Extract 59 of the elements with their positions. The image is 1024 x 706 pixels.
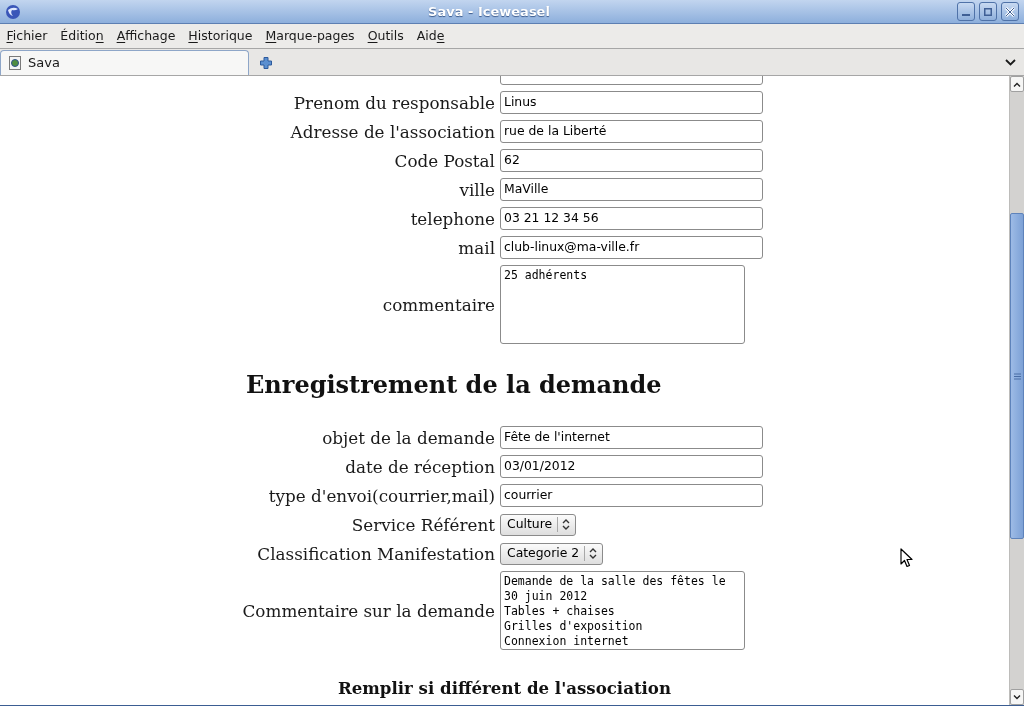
scrollbar[interactable] <box>1009 76 1024 705</box>
field-label: Service Référent <box>351 514 495 535</box>
menu-item[interactable]: Aide <box>410 26 451 46</box>
menu-item[interactable]: Fichier <box>0 26 54 46</box>
text-field[interactable]: Linus <box>500 91 763 114</box>
menu-item[interactable]: Affichage <box>110 26 182 46</box>
scrollbar-thumb[interactable] <box>1010 213 1024 539</box>
field-label: Prenom du responsable <box>293 92 495 113</box>
maximize-icon <box>984 7 992 16</box>
dropdown[interactable]: Culture <box>500 513 577 536</box>
field-label: telephone <box>410 208 495 229</box>
field-label: Adresse de l'association <box>290 121 495 142</box>
text-area[interactable]: 25 adhérents <box>500 265 745 344</box>
text-field[interactable]: Fête de l'internet <box>500 426 763 449</box>
text-area[interactable]: Demande de la salle des fêtes le 30 juin 2012 Tables + chaises Grilles d'exposition Connexion internet <box>500 571 745 650</box>
text-field[interactable]: 03 21 12 34 56 <box>500 207 763 230</box>
globe-icon <box>5 3 21 20</box>
field-label: commentaire <box>382 294 495 315</box>
menu-item[interactable]: Historique <box>181 26 259 46</box>
tab-list-button[interactable] <box>1004 57 1016 67</box>
field-label: objet de la demande <box>322 427 495 448</box>
minimize-icon <box>962 14 970 16</box>
window-title: Sava - Iceweasel <box>428 2 550 21</box>
field-label: Code Postal <box>394 150 495 171</box>
field-label: type d'envoi(courrier,mail) <box>268 485 495 506</box>
text-field[interactable]: rue de la Liberté <box>500 120 763 143</box>
mouse-pointer-icon <box>900 548 913 568</box>
dropdown[interactable]: Categorie 2 <box>500 542 604 565</box>
section-heading: Enregistrement de la demande <box>246 371 662 399</box>
menu-item[interactable]: Outils <box>361 26 411 46</box>
plus-icon <box>260 57 272 69</box>
field-label: ville <box>459 179 495 200</box>
text-field[interactable]: MaVille <box>500 178 763 201</box>
up-down-arrows-icon <box>589 548 598 559</box>
subsection-heading: Remplir si différent de l'association <box>337 677 671 699</box>
field-label: Commentaire sur la demande <box>242 600 495 621</box>
text-field[interactable]: 62 <box>500 149 763 172</box>
scroll-down-button[interactable] <box>1010 689 1024 705</box>
field-label: mail <box>458 237 495 258</box>
field-label: date de réception <box>345 456 495 477</box>
grip-icon <box>1013 372 1021 380</box>
new-tab-button[interactable] <box>259 56 273 70</box>
up-down-arrows-icon <box>562 519 571 530</box>
chevron-down-icon <box>1004 58 1016 66</box>
scroll-up-button[interactable] <box>1010 76 1024 92</box>
chevron-up-icon <box>1013 81 1021 87</box>
field-label: Classification Manifestation <box>257 543 495 564</box>
tab[interactable]: Sava <box>0 50 249 75</box>
close-icon <box>1005 6 1015 17</box>
maximize-button[interactable] <box>979 2 997 21</box>
text-field[interactable]: club-linux@ma-ville.fr <box>500 236 763 259</box>
text-field[interactable]: courrier <box>500 484 763 507</box>
minimize-button[interactable] <box>957 2 975 21</box>
text-field[interactable]: 03/01/2012 <box>500 455 763 478</box>
chevron-down-icon <box>1013 694 1021 700</box>
menu-item[interactable]: Édition <box>53 26 111 46</box>
page-globe-icon <box>9 56 21 70</box>
menu-item[interactable]: Marque-pages <box>258 26 362 46</box>
close-button[interactable] <box>1001 2 1019 21</box>
